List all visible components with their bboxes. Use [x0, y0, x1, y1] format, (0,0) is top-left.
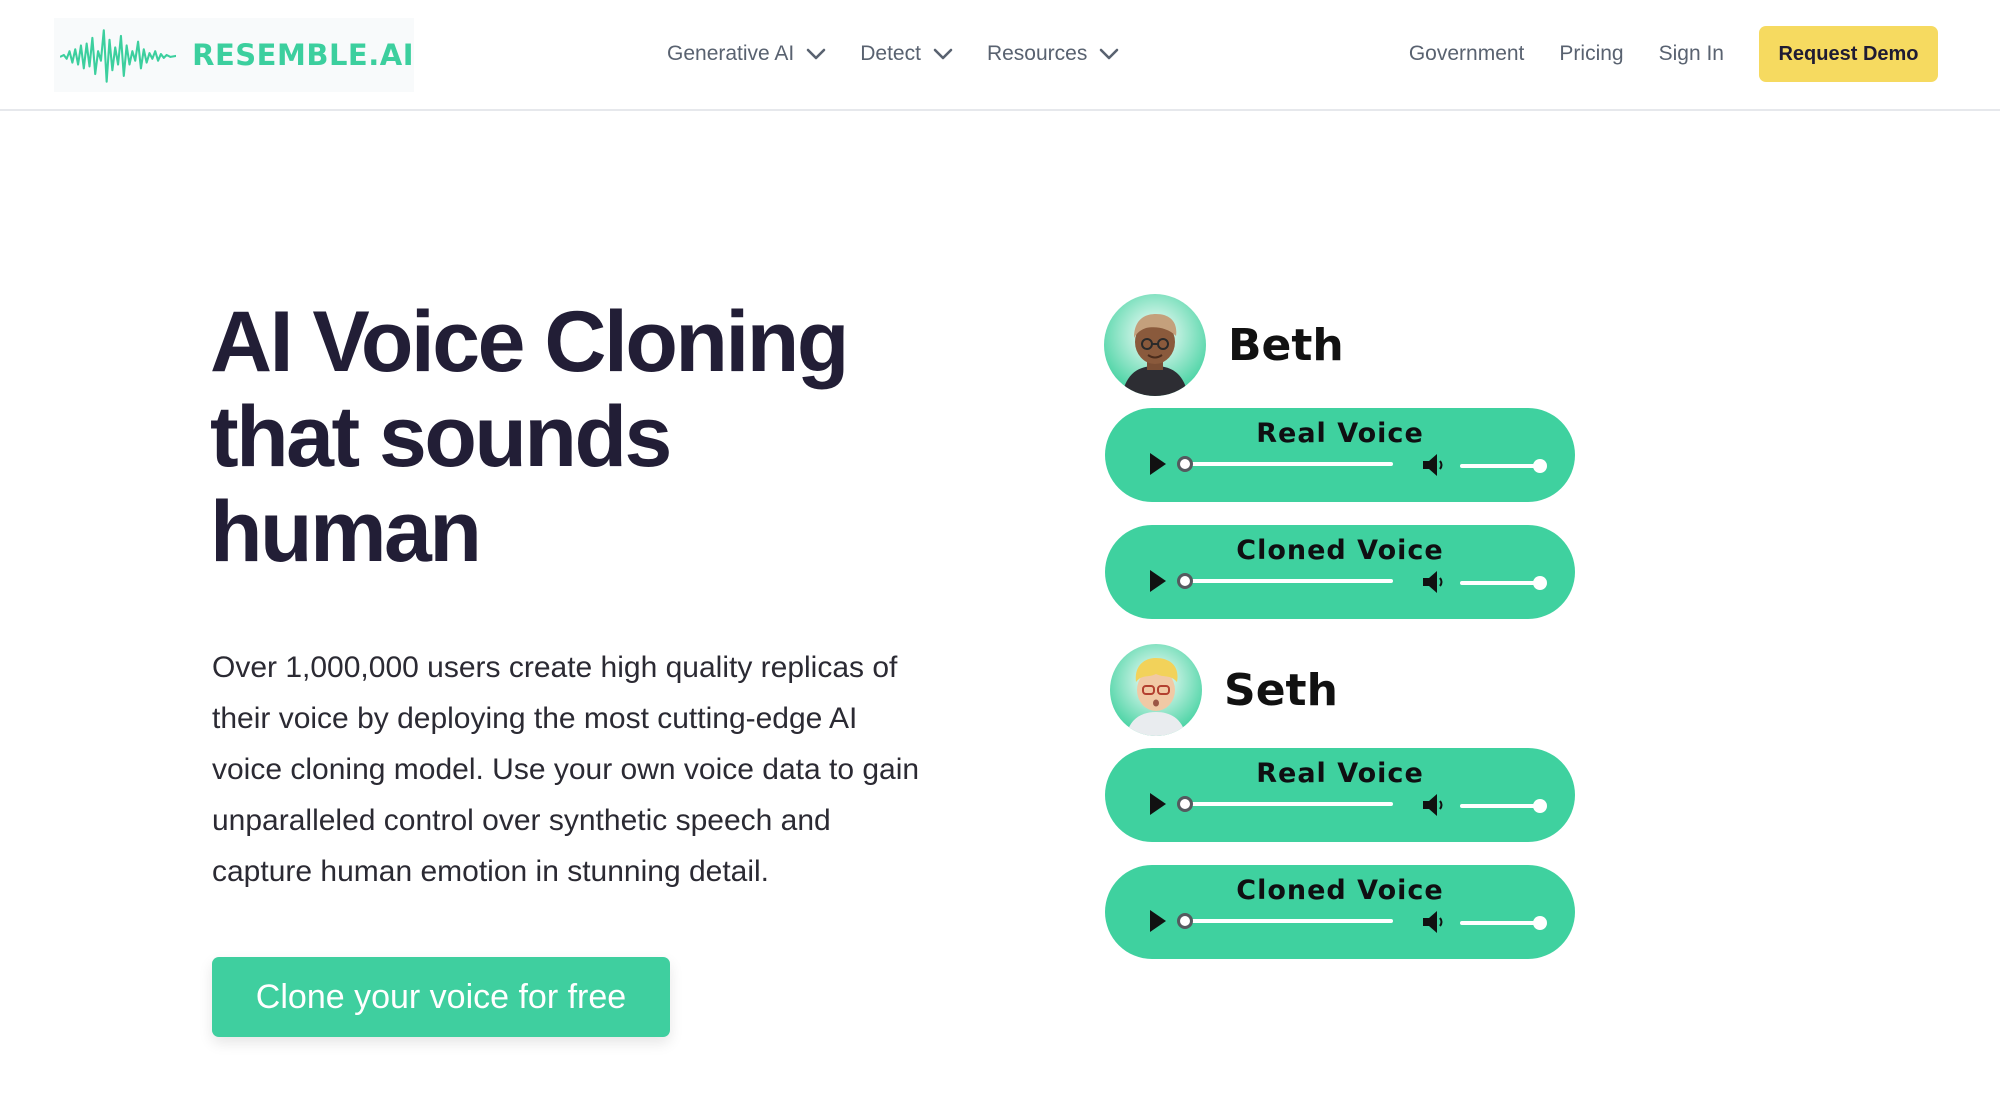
volume-slider[interactable] — [1460, 459, 1547, 473]
hero-description-line: their voice by deploying the most cuttin… — [212, 702, 858, 735]
player-label: Cloned Voice — [1236, 535, 1444, 566]
progress-knob[interactable] — [1177, 456, 1193, 472]
hero-description-line: Over 1,000,000 users create high quality… — [212, 651, 898, 684]
main-nav: Generative AI Detect Resources — [667, 30, 1153, 78]
progress-knob[interactable] — [1177, 573, 1193, 589]
player-label: Real Voice — [1256, 758, 1424, 789]
chevron-down-icon — [1100, 48, 1119, 60]
speaker-icon[interactable] — [1421, 909, 1449, 935]
chevron-down-icon — [806, 48, 826, 60]
nav-government[interactable]: Government — [1409, 42, 1525, 66]
progress-slider[interactable] — [1177, 573, 1393, 589]
hero-title: AI Voice Cloning that sounds human — [210, 295, 970, 580]
audio-player: Cloned Voice — [1105, 525, 1575, 619]
hero-title-line: that sounds — [210, 389, 672, 485]
avatar-seth-icon — [1110, 644, 1202, 736]
hero-title-line: human — [210, 484, 482, 580]
progress-slider[interactable] — [1177, 913, 1393, 929]
nav-sign-in[interactable]: Sign In — [1659, 42, 1724, 66]
logo[interactable]: RESEMBLE.AI — [54, 18, 414, 92]
play-icon[interactable] — [1146, 908, 1168, 934]
hero-description: Over 1,000,000 users create high quality… — [212, 642, 982, 897]
volume-knob[interactable] — [1533, 459, 1547, 473]
player-label: Real Voice — [1256, 418, 1424, 449]
voice-person-beth: Beth — [1104, 294, 1344, 396]
progress-slider[interactable] — [1177, 796, 1393, 812]
volume-slider[interactable] — [1460, 799, 1547, 813]
play-icon[interactable] — [1146, 451, 1168, 477]
clone-voice-button[interactable]: Clone your voice for free — [212, 957, 670, 1037]
avatar-beth-icon — [1104, 294, 1206, 396]
site-header: RESEMBLE.AI Generative AI Detect Resourc… — [0, 0, 2000, 111]
waveform-icon — [60, 29, 177, 83]
nav-generative-ai-label: Generative AI — [667, 42, 795, 65]
speaker-icon[interactable] — [1421, 792, 1449, 818]
volume-track — [1460, 921, 1540, 925]
volume-slider[interactable] — [1460, 916, 1547, 930]
volume-knob[interactable] — [1533, 916, 1547, 930]
hero-title-line: AI Voice Cloning — [210, 294, 849, 390]
volume-track — [1460, 804, 1540, 808]
player-label: Cloned Voice — [1236, 875, 1444, 906]
person-name: Beth — [1228, 319, 1344, 371]
hero-description-line: unparalleled control over synthetic spee… — [212, 804, 831, 837]
audio-player: Cloned Voice — [1105, 865, 1575, 959]
progress-track — [1183, 579, 1393, 583]
hero-description-line: capture human emotion in stunning detail… — [212, 855, 770, 888]
logo-text: RESEMBLE.AI — [192, 38, 414, 72]
header-actions: Government Pricing Sign In Request Demo — [1374, 26, 1938, 82]
nav-resources-label: Resources — [986, 42, 1088, 65]
nav-detect[interactable]: Detect — [860, 42, 953, 66]
audio-player: Real Voice — [1105, 748, 1575, 842]
person-name: Seth — [1224, 664, 1338, 716]
progress-knob[interactable] — [1177, 796, 1193, 812]
avatar — [1104, 294, 1206, 396]
hero-description-line: voice cloning model. Use your own voice … — [212, 753, 920, 786]
chevron-down-icon — [933, 48, 953, 60]
volume-track — [1460, 464, 1540, 468]
progress-slider[interactable] — [1177, 456, 1393, 472]
volume-slider[interactable] — [1460, 576, 1547, 590]
audio-player: Real Voice — [1105, 408, 1575, 502]
speaker-icon[interactable] — [1421, 569, 1449, 595]
request-demo-button[interactable]: Request Demo — [1759, 26, 1938, 82]
progress-track — [1183, 802, 1393, 806]
nav-generative-ai[interactable]: Generative AI — [667, 42, 826, 66]
progress-track — [1183, 462, 1393, 466]
volume-knob[interactable] — [1533, 799, 1547, 813]
voice-person-seth: Seth — [1104, 644, 1338, 736]
play-icon[interactable] — [1146, 791, 1168, 817]
avatar — [1110, 644, 1202, 736]
volume-track — [1460, 581, 1540, 585]
progress-knob[interactable] — [1177, 913, 1193, 929]
nav-pricing[interactable]: Pricing — [1559, 42, 1623, 66]
speaker-icon[interactable] — [1421, 452, 1449, 478]
volume-knob[interactable] — [1533, 576, 1547, 590]
progress-track — [1183, 919, 1393, 923]
nav-detect-label: Detect — [860, 42, 921, 65]
nav-resources[interactable]: Resources — [987, 42, 1119, 66]
play-icon[interactable] — [1146, 568, 1168, 594]
